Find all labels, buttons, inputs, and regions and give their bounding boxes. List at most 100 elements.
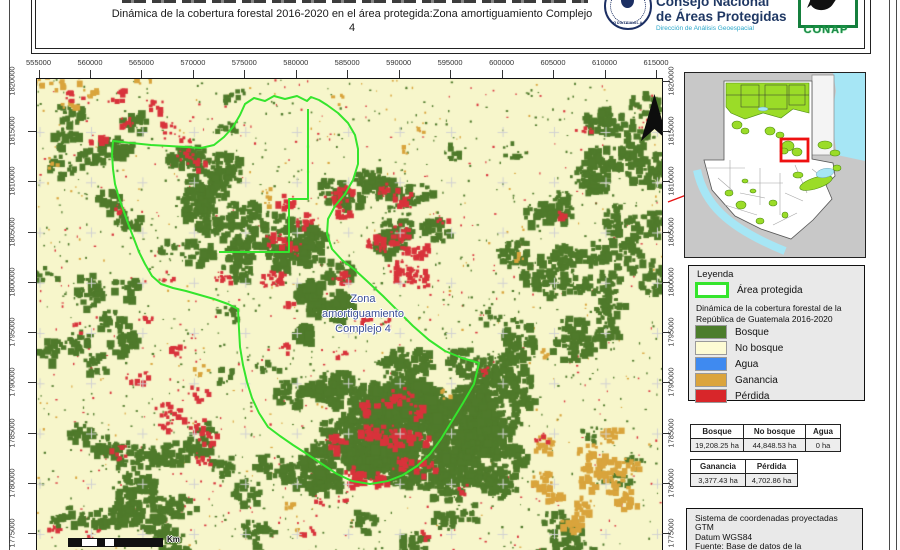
legend-subtitle-line2: República de Guatemala 2016-2020 xyxy=(696,314,842,325)
perdida-value: 4,702.86 ha xyxy=(746,474,798,487)
legend-subtitle: Dinámica de la cobertura forestal de la … xyxy=(696,303,842,324)
map-title-line2: 4 xyxy=(72,21,632,35)
north-arrow-icon xyxy=(641,93,663,143)
x-axis-label: 570000 xyxy=(180,58,205,67)
org-name-line2: de Áreas Protegidas xyxy=(656,9,796,24)
y-axis-tick-right xyxy=(662,533,670,534)
crs-line: Sistema de coordenadas proyectadas xyxy=(695,514,862,523)
area-stats-table: Bosque No bosque Agua 19,208.25 ha 44,84… xyxy=(690,424,841,452)
legend-item-ganancia: Ganancia xyxy=(695,373,778,387)
x-axis-label: 590000 xyxy=(386,58,411,67)
y-axis-tick-left xyxy=(28,181,36,182)
x-axis-tick xyxy=(553,70,554,78)
protected-area-swatch xyxy=(695,282,729,298)
seal-text: GUATEMALA xyxy=(606,20,650,25)
y-axis-label-left: 1820000 xyxy=(8,66,17,95)
change-stats-table: Ganancia Pérdida 3,377.43 ha 4,702.86 ha xyxy=(690,459,798,487)
ganancia-value: 3,377.43 ha xyxy=(691,474,746,487)
x-axis-tick xyxy=(656,70,657,78)
y-axis-tick-left xyxy=(28,282,36,283)
y-axis-label-left: 1795000 xyxy=(8,317,17,346)
col-agua: Agua xyxy=(806,425,841,439)
x-axis-label: 575000 xyxy=(232,58,257,67)
x-axis-tick xyxy=(450,70,451,78)
y-axis-label-left: 1805000 xyxy=(8,217,17,246)
map-info-panel: Sistema de coordenadas proyectadas GTM D… xyxy=(686,508,863,550)
y-axis-tick-left xyxy=(28,533,36,534)
x-axis-label: 580000 xyxy=(283,58,308,67)
y-axis-label-left: 1790000 xyxy=(8,368,17,397)
x-axis-tick xyxy=(502,70,503,78)
y-axis-tick-left xyxy=(28,232,36,233)
org-subtitle: Dirección de Análisis Geoespacial xyxy=(656,25,796,32)
org-name-line1: Consejo Nacional xyxy=(656,0,796,9)
y-axis-tick-right xyxy=(662,483,670,484)
main-map: Zona amortiguamiento Complejo 4 Km xyxy=(36,78,663,550)
y-axis-tick-right xyxy=(662,131,670,132)
y-axis-label-left: 1810000 xyxy=(8,167,17,196)
x-axis-label: 610000 xyxy=(592,58,617,67)
perdida-swatch xyxy=(695,389,727,403)
x-axis-label: 555000 xyxy=(26,58,51,67)
y-axis-tick-left xyxy=(28,433,36,434)
legend-item-no-bosque: No bosque xyxy=(695,341,783,355)
inset-lake-peten xyxy=(758,107,768,111)
x-axis-tick xyxy=(296,70,297,78)
col-ganancia: Ganancia xyxy=(691,460,746,474)
x-axis-label: 565000 xyxy=(129,58,154,67)
no-bosque-swatch xyxy=(695,341,727,355)
zone-label-line1: Zona xyxy=(283,292,443,307)
page-border-right-inner xyxy=(889,0,890,550)
y-axis-label-left: 1815000 xyxy=(8,116,17,145)
x-axis-label: 615000 xyxy=(643,58,668,67)
map-layout-page: Dinámica de la cobertura forestal 2016-2… xyxy=(0,0,900,550)
y-axis-tick-right xyxy=(662,81,670,82)
y-axis-tick-left xyxy=(28,131,36,132)
legend-title: Leyenda xyxy=(697,269,733,280)
agua-swatch xyxy=(695,357,727,371)
bosque-swatch xyxy=(695,325,727,339)
y-axis-tick-right xyxy=(662,282,670,283)
col-perdida: Pérdida xyxy=(746,460,798,474)
zone-label: Zona amortiguamiento Complejo 4 xyxy=(283,292,443,337)
legend-subtitle-line1: Dinámica de la cobertura forestal de la xyxy=(696,303,842,314)
org-name-block: Consejo Nacional de Áreas Protegidas Dir… xyxy=(656,0,796,32)
x-axis-tick xyxy=(244,70,245,78)
protected-area-label: Área protegida xyxy=(737,285,803,296)
agua-value: 0 ha xyxy=(806,439,841,452)
zone-label-line2: amortiguamiento xyxy=(283,307,443,322)
legend-item-perdida: Pérdida xyxy=(695,389,769,403)
x-axis-tick xyxy=(399,70,400,78)
legend-protected-area-row: Área protegida xyxy=(695,282,803,298)
y-axis-tick-left xyxy=(28,483,36,484)
x-axis-tick xyxy=(39,70,40,78)
x-axis-label: 560000 xyxy=(77,58,102,67)
map-title-line1: Dinámica de la cobertura forestal 2016-2… xyxy=(72,7,632,21)
legend-item-agua: Agua xyxy=(695,357,758,371)
y-axis-label-left: 1785000 xyxy=(8,418,17,447)
y-axis-tick-right xyxy=(662,232,670,233)
y-axis-label-left: 1775000 xyxy=(8,518,17,547)
y-axis-tick-right xyxy=(662,332,670,333)
x-axis-label: 605000 xyxy=(540,58,565,67)
y-axis-label-left: 1780000 xyxy=(8,468,17,497)
inset-locator-map xyxy=(684,72,866,258)
map-title: Dinámica de la cobertura forestal 2016-2… xyxy=(72,7,632,35)
inset-caribbean-sea xyxy=(831,73,865,161)
ganancia-swatch xyxy=(695,373,727,387)
legend-panel: Leyenda Área protegida Dinámica de la co… xyxy=(688,265,865,401)
bosque-value: 19,208.25 ha xyxy=(691,439,744,452)
no-bosque-value: 44,848.53 ha xyxy=(744,439,806,452)
x-axis-tick xyxy=(605,70,606,78)
y-axis-tick-left xyxy=(28,382,36,383)
source-line: Fuente: Base de datos de la xyxy=(695,542,862,550)
scale-bar xyxy=(68,538,163,547)
conap-bird-icon xyxy=(801,0,849,17)
x-axis-label: 585000 xyxy=(335,58,360,67)
scale-bar-unit: Km xyxy=(167,535,180,544)
x-axis-label: 595000 xyxy=(438,58,463,67)
legend-item-bosque: Bosque xyxy=(695,325,769,339)
col-bosque: Bosque xyxy=(691,425,744,439)
y-axis-tick-right xyxy=(662,181,670,182)
x-axis-tick xyxy=(193,70,194,78)
